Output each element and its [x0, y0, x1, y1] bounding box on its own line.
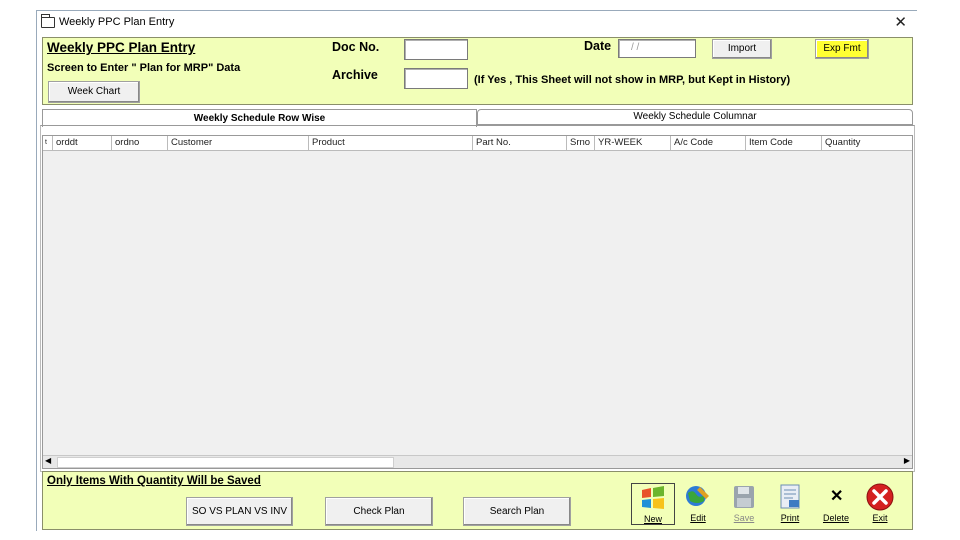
date-value: / / — [631, 42, 640, 53]
archive-field[interactable] — [404, 68, 468, 89]
column-header-srno[interactable]: Srno — [567, 136, 595, 150]
import-button[interactable]: Import — [712, 39, 772, 59]
search-plan-button[interactable]: Search Plan — [463, 497, 571, 526]
title-bar: Weekly PPC Plan Entry ✕ — [37, 11, 917, 35]
grid-header-row: t orddt ordno Customer Product Part No. … — [43, 136, 912, 151]
save-button-label: Save — [733, 513, 755, 523]
print-document-icon — [780, 484, 800, 509]
delete-x-icon: ✕ — [830, 488, 844, 505]
column-header-ac-code[interactable]: A/c Code — [671, 136, 746, 150]
exit-icon — [866, 483, 894, 511]
column-header-orddt[interactable]: orddt — [53, 136, 112, 150]
delete-button[interactable]: ✕ Delete — [815, 483, 857, 523]
tab-columnar[interactable]: Weekly Schedule Columnar — [477, 109, 913, 125]
app-window: Weekly PPC Plan Entry ✕ Weekly PPC Plan … — [36, 10, 917, 531]
doc-no-label: Doc No. — [332, 40, 380, 54]
column-header-part-no[interactable]: Part No. — [473, 136, 567, 150]
so-vs-plan-button[interactable]: SO VS PLAN VS INV — [186, 497, 293, 526]
check-plan-button[interactable]: Check Plan — [325, 497, 433, 526]
tab-row-wise-label: Weekly Schedule Row Wise — [193, 113, 326, 124]
scroll-left-icon[interactable]: ◀ — [45, 456, 51, 465]
print-button-label: Print — [780, 513, 800, 523]
doc-no-field[interactable] — [404, 39, 468, 60]
date-label: Date — [584, 39, 612, 53]
archive-note: (If Yes , This Sheet will not show in MR… — [474, 74, 791, 86]
save-button[interactable]: Save — [723, 483, 765, 523]
archive-label: Archive — [332, 68, 378, 82]
window-title: Weekly PPC Plan Entry — [59, 16, 175, 28]
schedule-grid[interactable]: t orddt ordno Customer Product Part No. … — [42, 135, 913, 469]
column-header-customer[interactable]: Customer — [168, 136, 309, 150]
page-title: Weekly PPC Plan Entry — [47, 40, 196, 55]
edit-button[interactable]: Edit — [677, 483, 719, 523]
column-header-ordno[interactable]: ordno — [112, 136, 168, 150]
exit-button-label: Exit — [872, 513, 888, 523]
close-icon[interactable]: ✕ — [894, 13, 907, 31]
save-note: Only Items With Quantity Will be Saved — [47, 475, 261, 487]
windows-logo-icon — [642, 486, 664, 509]
print-button[interactable]: Print — [769, 483, 811, 523]
page-subtitle: Screen to Enter " Plan for MRP" Data — [47, 62, 241, 74]
edit-button-label: Edit — [690, 513, 706, 523]
window-icon — [41, 14, 55, 28]
scroll-right-icon[interactable]: ▶ — [904, 456, 910, 465]
globe-edit-icon — [686, 486, 709, 506]
column-header-product[interactable]: Product — [309, 136, 473, 150]
tab-columnar-label: Weekly Schedule Columnar — [633, 111, 757, 122]
horizontal-scrollbar[interactable]: ◀ ▶ — [43, 455, 912, 468]
scroll-thumb[interactable] — [57, 457, 394, 468]
date-field[interactable]: / / — [618, 39, 696, 58]
exit-button[interactable]: Exit — [859, 483, 901, 523]
column-header-item-code[interactable]: Item Code — [746, 136, 822, 150]
exp-fmt-button[interactable]: Exp Fmt — [815, 39, 869, 59]
new-button-label: New — [643, 514, 662, 524]
header-panel: Weekly PPC Plan Entry Screen to Enter " … — [42, 37, 913, 105]
floppy-disk-icon — [734, 486, 754, 508]
week-chart-button[interactable]: Week Chart — [48, 81, 140, 103]
column-header-quantity[interactable]: Quantity — [822, 136, 912, 150]
new-button[interactable]: New — [631, 483, 675, 525]
column-header-yr-week[interactable]: YR-WEEK — [595, 136, 671, 150]
delete-button-label: Delete — [822, 513, 849, 523]
column-header-indicator[interactable]: t — [43, 136, 53, 150]
